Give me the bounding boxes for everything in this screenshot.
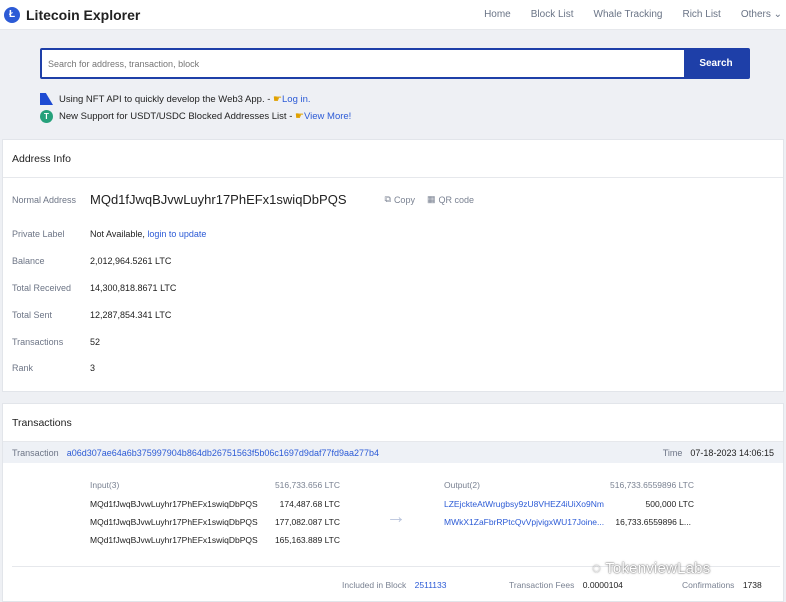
transaction-label: Transaction — [12, 447, 59, 458]
block-number-link[interactable]: 2511133 — [415, 580, 447, 590]
top-navbar: Ł Litecoin Explorer Home Block List Whal… — [0, 0, 786, 30]
search-bar: Search — [40, 48, 750, 79]
view-more-link[interactable]: View More! — [304, 111, 351, 122]
total-received-value: 14,300,818.8671 LTC — [90, 283, 177, 293]
nav-others-dropdown[interactable]: Others ⌄ — [731, 9, 786, 20]
login-to-update-link[interactable]: login to update — [147, 229, 206, 239]
usdt-notice-text: New Support for USDT/USDC Blocked Addres… — [59, 111, 296, 122]
private-label-value: Not Available, — [90, 229, 148, 239]
search-input[interactable] — [42, 50, 684, 77]
copy-icon: ⧉ — [384, 194, 391, 204]
included-block: Included in Block 2511133 — [342, 580, 446, 590]
watermark-text: TokenviewLabs — [605, 560, 711, 577]
nft-notice: Using NFT API to quickly develop the Web… — [40, 93, 311, 105]
input-count-label: Input(3) — [90, 480, 120, 490]
copy-label: Copy — [393, 194, 415, 205]
time-label: Time — [662, 447, 683, 458]
output-address-link[interactable]: MWkX1ZaFbrRPtcQvVpjvigxWU17Joine... — [444, 517, 604, 527]
qr-code-label: QR code — [438, 194, 474, 205]
search-button[interactable]: Search — [684, 50, 748, 77]
included-block-label: Included in Block — [342, 580, 407, 590]
input-amount: 174,487.68 LTC — [279, 499, 340, 509]
output-amount: 16,733.6559896 L... — [615, 517, 691, 527]
nav-whale-tracking[interactable]: Whale Tracking — [584, 9, 673, 20]
brand-title[interactable]: Litecoin Explorer — [26, 7, 140, 23]
confirmations-value: 1738 — [742, 580, 762, 590]
input-amount: 177,082.087 LTC — [274, 517, 340, 527]
transaction-fees: Transaction Fees 0.0000104 — [509, 580, 623, 590]
nft-api-icon — [40, 93, 53, 105]
nav-home[interactable]: Home — [474, 9, 521, 20]
output-amount: 500,000 LTC — [645, 499, 694, 509]
pointing-hand-icon: ☛ — [295, 111, 304, 122]
input-address: MQd1fJwqBJvwLuyhr17PhEFx1swiqDbPQS — [90, 499, 258, 509]
balance-row: Balance 2,012,964.5261 LTC — [12, 256, 171, 266]
qr-code-icon: ▦ — [426, 194, 436, 204]
pointing-hand-icon: ☛ — [273, 93, 283, 105]
total-sent-value: 12,287,854.341 LTC — [90, 310, 172, 320]
rank-row: Rank 3 — [12, 363, 95, 373]
qr-code-button[interactable]: ▦ QR code — [427, 194, 474, 205]
rank-value: 3 — [90, 363, 96, 373]
input-total: 516,733.656 LTC — [274, 480, 340, 490]
transactions-title: Transactions — [3, 404, 783, 442]
transactions-count-value: 52 — [90, 337, 101, 347]
fees-value: 0.0000104 — [582, 580, 623, 590]
input-amount: 165,163.889 LTC — [274, 535, 340, 545]
copy-button[interactable]: ⧉ Copy — [385, 194, 415, 205]
watermark: ◌ TokenviewLabs — [592, 560, 710, 577]
address-info-title: Address Info — [3, 140, 783, 178]
transaction-hash-link[interactable]: a06d307ae64a6b375997904b864db26751563f5b… — [67, 448, 379, 458]
output-count-label: Output(2) — [444, 480, 480, 490]
nav-block-list[interactable]: Block List — [521, 9, 584, 20]
tether-icon: T — [40, 110, 53, 123]
address-value: MQd1fJwqBJvwLuyhr17PhEFx1swiqDbPQS — [90, 192, 347, 207]
total-received-row: Total Received 14,300,818.8671 LTC — [12, 283, 176, 293]
wechat-icon: ◌ — [592, 560, 602, 577]
normal-address-label: Normal Address — [12, 194, 77, 205]
input-address: MQd1fJwqBJvwLuyhr17PhEFx1swiqDbPQS — [90, 517, 258, 527]
litecoin-logo-icon[interactable]: Ł — [4, 6, 20, 23]
balance-label: Balance — [12, 256, 45, 266]
total-received-label: Total Received — [12, 283, 72, 293]
nft-notice-text: Using NFT API to quickly develop the Web… — [59, 93, 274, 105]
total-sent-label: Total Sent — [12, 310, 53, 320]
login-link[interactable]: Log in. — [282, 94, 311, 105]
confirmations: Confirmations 1738 — [682, 580, 762, 590]
transactions-count-row: Transactions 52 — [12, 337, 100, 347]
fees-label: Transaction Fees — [509, 580, 575, 590]
transaction-header: Transaction a06d307ae64a6b375997904b864d… — [3, 442, 783, 463]
private-label-row: Private Label Not Available, login to up… — [12, 229, 206, 239]
usdt-notice: T New Support for USDT/USDC Blocked Addr… — [40, 110, 351, 123]
input-address: MQd1fJwqBJvwLuyhr17PhEFx1swiqDbPQS — [90, 535, 258, 545]
private-label-label: Private Label — [12, 229, 65, 239]
nav-rich-list[interactable]: Rich List — [672, 9, 730, 20]
arrow-right-icon: → — [386, 506, 406, 528]
balance-value: 2,012,964.5261 LTC — [90, 256, 172, 266]
total-sent-row: Total Sent 12,287,854.341 LTC — [12, 310, 171, 320]
output-address-link[interactable]: LZEjckteAtWrugbsy9zU8VHEZ4iUiXo9Nm — [444, 499, 604, 509]
time-value: 07-18-2023 14:06:15 — [690, 447, 774, 458]
rank-label: Rank — [12, 363, 34, 373]
address-info-panel: Address Info Normal Address MQd1fJwqBJvw… — [2, 139, 784, 392]
confirmations-label: Confirmations — [682, 580, 735, 590]
main-nav: Home Block List Whale Tracking Rich List… — [474, 9, 786, 20]
output-total: 516,733.6559896 LTC — [610, 480, 694, 490]
transactions-count-label: Transactions — [12, 337, 64, 347]
normal-address-row: Normal Address MQd1fJwqBJvwLuyhr17PhEFx1… — [12, 192, 474, 207]
